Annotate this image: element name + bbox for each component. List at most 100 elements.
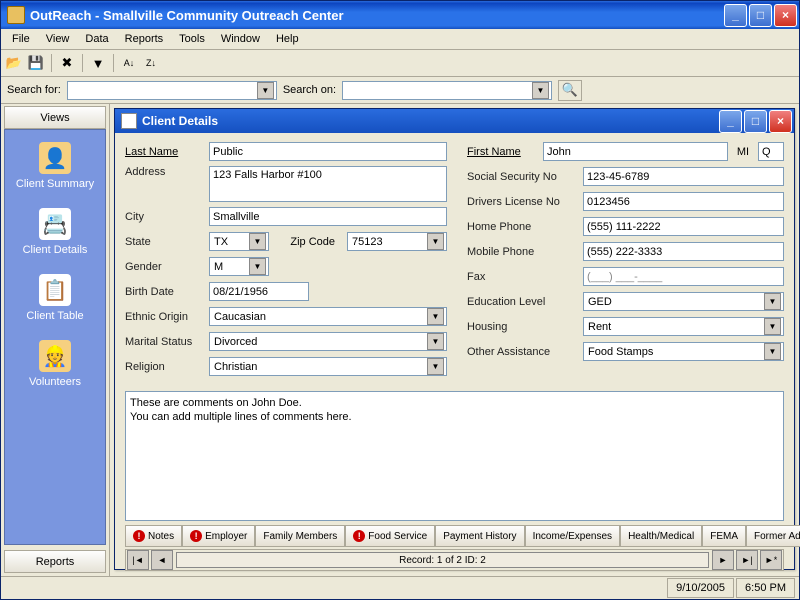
sidebar: Views 👤 Client Summary 📇 Client Details …	[1, 104, 110, 576]
marital-label: Marital Status	[125, 336, 203, 348]
assist-combo[interactable]: Food Stamps▼	[583, 342, 784, 361]
first-name-input[interactable]: John	[543, 142, 728, 161]
mi-input[interactable]: Q	[758, 142, 784, 161]
child-maximize-button[interactable]: □	[744, 110, 767, 133]
address-input[interactable]: 123 Falls Harbor #100	[209, 166, 447, 202]
sort-desc-icon[interactable]: Z↓	[142, 54, 160, 72]
form-left-column: Last Name Public Address 123 Falls Harbo…	[125, 141, 447, 381]
titlebar: OutReach - Smallville Community Outreach…	[1, 1, 799, 29]
sidebar-item-label: Client Details	[23, 244, 88, 256]
last-name-label[interactable]: Last Name	[125, 146, 203, 158]
state-combo[interactable]: TX▼	[209, 232, 269, 251]
chevron-down-icon[interactable]: ▼	[764, 293, 781, 310]
status-date: 9/10/2005	[667, 578, 734, 598]
details-icon: 📇	[39, 208, 71, 240]
menu-reports[interactable]: Reports	[118, 31, 171, 47]
tab-payment[interactable]: Payment History	[435, 525, 524, 547]
zip-combo[interactable]: 75123▼	[347, 232, 447, 251]
birth-input[interactable]: 08/21/1956	[209, 282, 309, 301]
sidebar-item-client-details[interactable]: 📇 Client Details	[23, 208, 88, 256]
search-go-icon[interactable]: 🔍	[558, 80, 582, 101]
client-details-window: Client Details _ □ × Last Name Public	[114, 108, 795, 570]
chevron-down-icon[interactable]: ▼	[532, 82, 549, 99]
tab-income[interactable]: Income/Expenses	[525, 525, 621, 547]
minimize-button[interactable]: _	[724, 4, 747, 27]
form-columns: Last Name Public Address 123 Falls Harbo…	[125, 141, 784, 381]
sidebar-item-volunteers[interactable]: 👷 Volunteers	[29, 340, 81, 388]
child-minimize-button[interactable]: _	[719, 110, 742, 133]
tab-former[interactable]: Former Address	[746, 525, 800, 547]
sidebar-item-client-table[interactable]: 📋 Client Table	[26, 274, 83, 322]
dl-input[interactable]: 0123456	[583, 192, 784, 211]
fax-input[interactable]: (___) ___-____	[583, 267, 784, 286]
comments-textarea[interactable]: These are comments on John Doe. You can …	[125, 391, 784, 521]
nav-record-indicator: Record: 1 of 2 ID: 2	[176, 552, 709, 568]
mi-label: MI	[734, 146, 752, 158]
nav-prev-button[interactable]: ◄	[151, 550, 173, 570]
sidebar-item-label: Client Summary	[16, 178, 94, 190]
sort-asc-icon[interactable]: A↓	[120, 54, 138, 72]
tab-family[interactable]: Family Members	[255, 525, 345, 547]
menu-window[interactable]: Window	[214, 31, 267, 47]
chevron-down-icon[interactable]: ▼	[764, 318, 781, 335]
chevron-down-icon[interactable]: ▼	[764, 343, 781, 360]
birth-label: Birth Date	[125, 286, 203, 298]
first-name-label[interactable]: First Name	[467, 146, 537, 158]
ethnic-combo[interactable]: Caucasian▼	[209, 307, 447, 326]
maximize-button[interactable]: □	[749, 4, 772, 27]
nav-last-button[interactable]: ►|	[736, 550, 758, 570]
chevron-down-icon[interactable]: ▼	[249, 258, 266, 275]
marital-combo[interactable]: Divorced▼	[209, 332, 447, 351]
tab-fema[interactable]: FEMA	[702, 525, 746, 547]
religion-combo[interactable]: Christian▼	[209, 357, 447, 376]
delete-icon[interactable]: ✖	[58, 54, 76, 72]
open-icon[interactable]: 📂	[5, 54, 23, 72]
child-close-button[interactable]: ×	[769, 110, 792, 133]
alert-icon: !	[353, 530, 365, 542]
separator	[51, 54, 52, 72]
chevron-down-icon[interactable]: ▼	[249, 233, 266, 250]
sidebar-tab-reports[interactable]: Reports	[4, 550, 106, 573]
address-label: Address	[125, 166, 203, 178]
menu-file[interactable]: File	[5, 31, 37, 47]
close-button[interactable]: ×	[774, 4, 797, 27]
last-name-input[interactable]: Public	[209, 142, 447, 161]
chevron-down-icon[interactable]: ▼	[427, 308, 444, 325]
tab-notes[interactable]: !Notes	[125, 525, 182, 547]
ssn-input[interactable]: 123-45-6789	[583, 167, 784, 186]
nav-next-button[interactable]: ►	[712, 550, 734, 570]
table-icon: 📋	[39, 274, 71, 306]
ssn-label: Social Security No	[467, 171, 577, 183]
home-phone-input[interactable]: (555) 111-2222	[583, 217, 784, 236]
mobile-phone-input[interactable]: (555) 222-3333	[583, 242, 784, 261]
religion-label: Religion	[125, 361, 203, 373]
main-window: OutReach - Smallville Community Outreach…	[0, 0, 800, 600]
tab-employer[interactable]: !Employer	[182, 525, 255, 547]
chevron-down-icon[interactable]: ▼	[427, 358, 444, 375]
menubar: File View Data Reports Tools Window Help	[1, 29, 799, 50]
menu-tools[interactable]: Tools	[172, 31, 212, 47]
search-on-combo[interactable]: ▼	[342, 81, 552, 100]
save-icon[interactable]: 💾	[27, 54, 45, 72]
menu-help[interactable]: Help	[269, 31, 306, 47]
tab-food[interactable]: !Food Service	[345, 525, 435, 547]
menu-view[interactable]: View	[39, 31, 77, 47]
menu-data[interactable]: Data	[78, 31, 115, 47]
nav-new-button[interactable]: ►*	[760, 550, 782, 570]
child-titlebar: Client Details _ □ ×	[115, 109, 794, 133]
search-for-combo[interactable]: ▼	[67, 81, 277, 100]
gender-combo[interactable]: M▼	[209, 257, 269, 276]
alert-icon: !	[190, 530, 202, 542]
sidebar-tab-views[interactable]: Views	[4, 106, 106, 129]
nav-first-button[interactable]: |◄	[127, 550, 149, 570]
chevron-down-icon[interactable]: ▼	[257, 82, 274, 99]
filter-icon[interactable]: ▼	[89, 54, 107, 72]
chevron-down-icon[interactable]: ▼	[427, 333, 444, 350]
sidebar-item-client-summary[interactable]: 👤 Client Summary	[16, 142, 94, 190]
chevron-down-icon[interactable]: ▼	[427, 233, 444, 250]
tab-health[interactable]: Health/Medical	[620, 525, 702, 547]
housing-combo[interactable]: Rent▼	[583, 317, 784, 336]
city-input[interactable]: Smallville	[209, 207, 447, 226]
edu-combo[interactable]: GED▼	[583, 292, 784, 311]
gender-label: Gender	[125, 261, 203, 273]
